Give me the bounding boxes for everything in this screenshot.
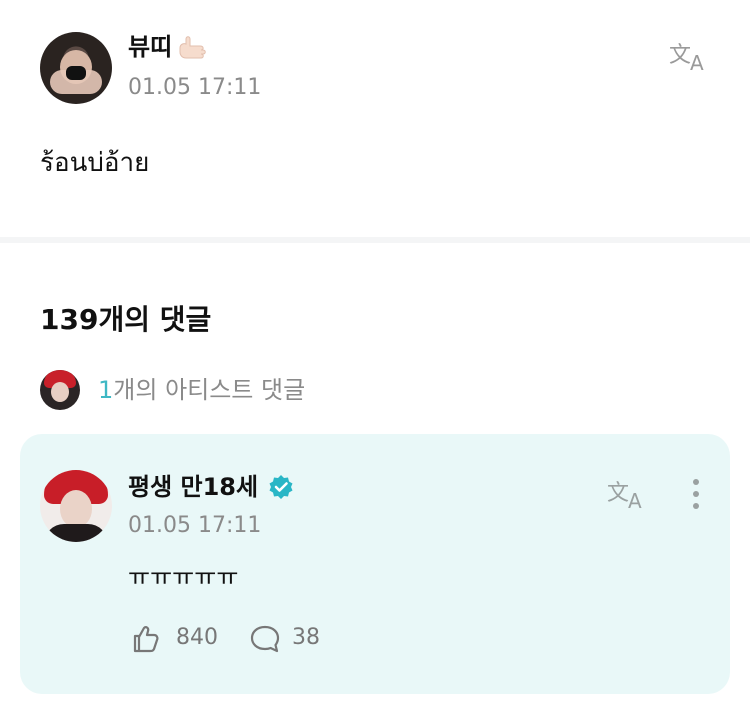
author-name[interactable]: 뷰띠 — [128, 32, 172, 62]
comment-timestamp: 01.05 17:11 — [128, 513, 262, 538]
post-text: ร้อนบ่อ้าย — [40, 148, 150, 178]
translate-icon[interactable]: 文 A — [606, 476, 650, 513]
artist-comments-link[interactable]: 1개의 아티스트 댓글 — [40, 370, 440, 410]
translate-icon[interactable]: 文 A — [668, 38, 712, 75]
commenter-avatar[interactable] — [40, 470, 112, 542]
comment-actions: 840 38 — [128, 620, 528, 656]
artist-comments-text: 개의 아티스트 댓글 — [113, 376, 306, 404]
post-timestamp: 01.05 17:11 — [128, 75, 262, 100]
artist-avatar — [40, 370, 80, 410]
artist-comments-number: 1 — [98, 376, 114, 404]
thumb-emoji-icon — [176, 34, 208, 64]
avatar-face — [60, 490, 92, 528]
commenter-name[interactable]: 평생 만18세 — [128, 472, 258, 502]
section-divider — [0, 237, 750, 243]
svg-text:A: A — [690, 51, 704, 72]
svg-text:文: 文 — [669, 43, 691, 68]
svg-text:A: A — [628, 489, 642, 510]
svg-text:文: 文 — [607, 481, 629, 506]
reply-count: 38 — [292, 625, 320, 650]
reply-bubble-icon[interactable] — [248, 622, 282, 656]
avatar-mask — [66, 66, 86, 80]
verified-badge-icon — [268, 474, 294, 500]
like-count: 840 — [176, 625, 218, 650]
like-icon[interactable] — [128, 622, 162, 656]
comment-text: ㅠㅠㅠㅠㅠ — [128, 563, 239, 591]
comments-count-heading: 139개의 댓글 — [40, 303, 212, 336]
more-options-icon[interactable] — [684, 474, 708, 514]
post-header: 뷰띠 01.05 17:11 文 A — [40, 32, 720, 106]
author-avatar[interactable] — [40, 32, 112, 104]
artist-comments-label: 1개의 아티스트 댓글 — [98, 374, 305, 406]
artist-comment-card: 평생 만18세 01.05 17:11 文 A ㅠㅠㅠㅠㅠ 840 38 — [20, 434, 730, 694]
avatar-shirt — [44, 524, 108, 542]
avatar-face — [51, 382, 69, 402]
